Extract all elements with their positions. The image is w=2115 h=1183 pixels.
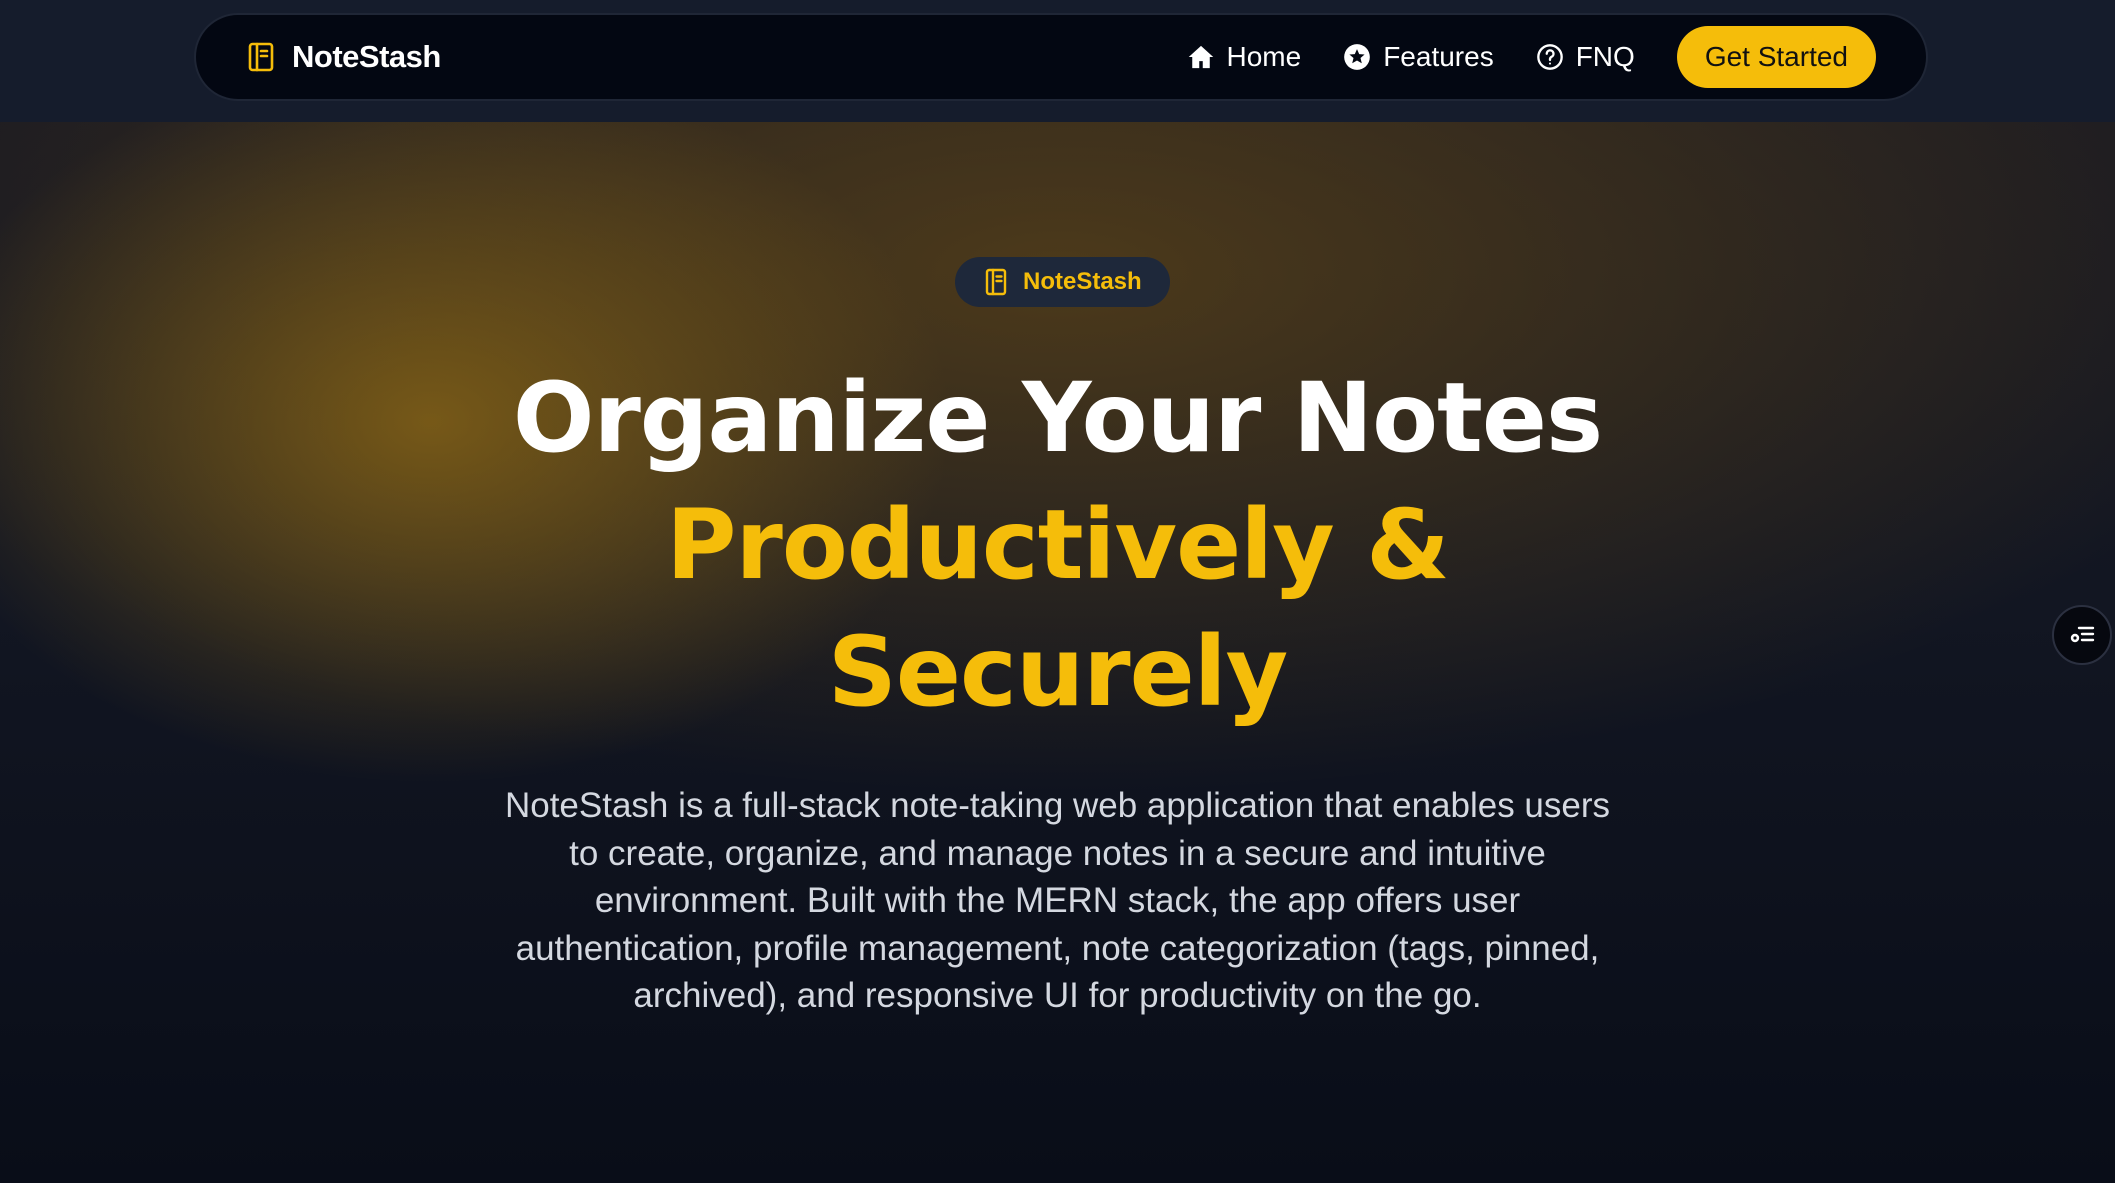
hero-badge: NoteStash	[955, 257, 1170, 307]
nav-links: Home Features FNQ Get Started	[1187, 15, 1876, 99]
question-circle-icon	[1536, 44, 1563, 70]
accessibility-menu-button[interactable]	[2052, 605, 2112, 665]
hero-title-line-3: Securely	[827, 616, 1288, 728]
brand-name: NoteStash	[292, 39, 441, 74]
accessibility-menu-icon	[2070, 626, 2095, 643]
hero-title-line-1: Organize Your Notes	[512, 362, 1603, 474]
nav-features-link[interactable]: Features	[1343, 41, 1494, 73]
star-circle-icon	[1344, 44, 1371, 70]
get-started-button[interactable]: Get Started	[1676, 26, 1876, 88]
nav-home-link[interactable]: Home	[1187, 41, 1302, 73]
hero-title-line-2: Productively &	[666, 489, 1450, 601]
notebook-icon	[248, 42, 274, 72]
brand[interactable]: NoteStash	[248, 15, 441, 99]
home-icon	[1188, 45, 1213, 69]
hero-title: Organize Your Notes Productively & Secur…	[0, 355, 2115, 736]
navbar: NoteStash Home Features FNQ Get Started	[194, 13, 1928, 101]
nav-fnq-label: FNQ	[1575, 41, 1635, 72]
hero-description: NoteStash is a full-stack note-taking we…	[504, 786, 1611, 1015]
nav-fnq-link[interactable]: FNQ	[1536, 41, 1635, 73]
nav-home-label: Home	[1226, 41, 1302, 72]
badge-label: NoteStash	[1023, 268, 1142, 295]
notebook-icon	[985, 268, 1007, 296]
nav-features-label: Features	[1383, 41, 1494, 72]
